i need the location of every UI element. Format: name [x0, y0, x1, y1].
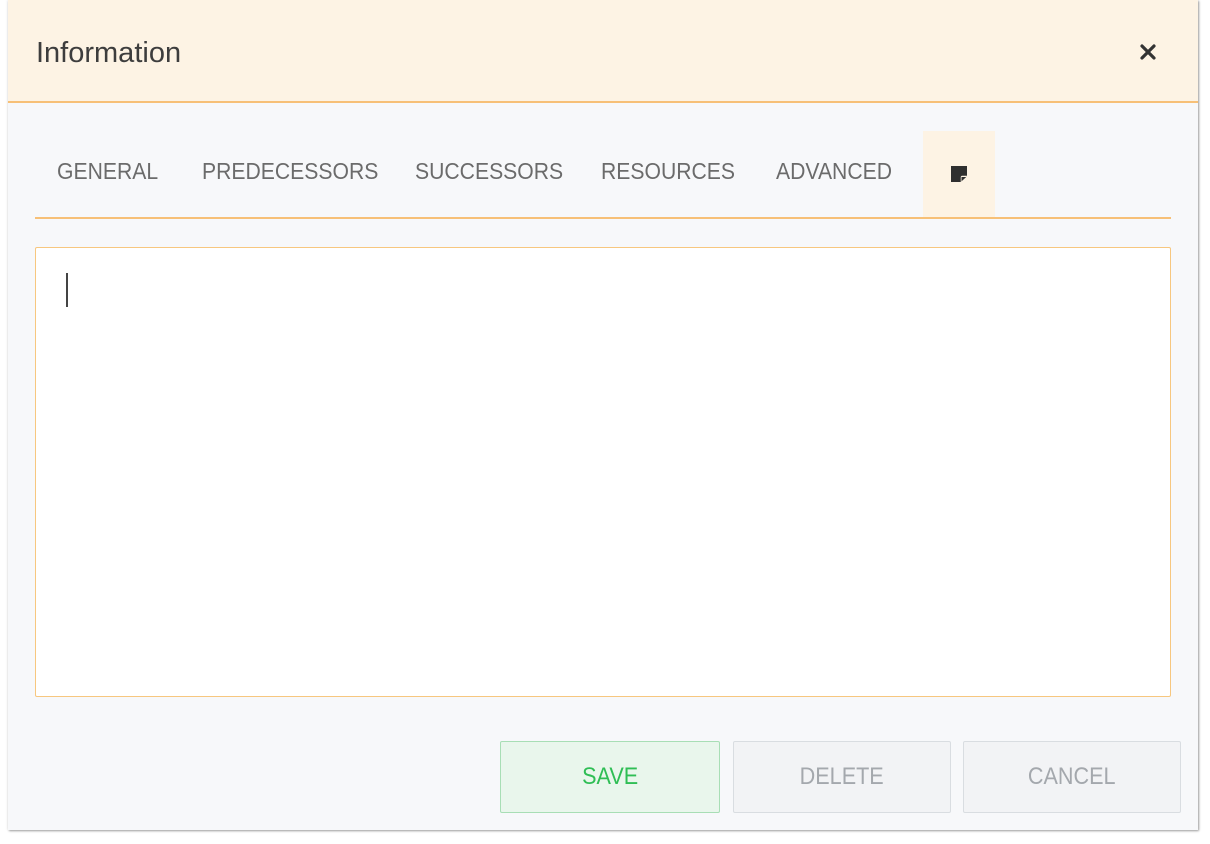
- tab-advanced[interactable]: ADVANCED: [776, 129, 892, 217]
- note-icon: [951, 166, 967, 182]
- dialog-header: Information: [8, 0, 1198, 103]
- information-dialog: Information GENERAL PREDECESSORS SUCCESS…: [8, 0, 1198, 830]
- close-button[interactable]: [1132, 36, 1164, 68]
- tab-bar: GENERAL PREDECESSORS SUCCESSORS RESOURCE…: [35, 129, 1171, 219]
- text-caret: [66, 273, 68, 307]
- tab-notes[interactable]: [923, 131, 995, 217]
- delete-button[interactable]: DELETE: [733, 741, 951, 813]
- delete-button-label: DELETE: [799, 763, 885, 790]
- tab-successors[interactable]: SUCCESSORS: [415, 129, 563, 217]
- close-icon: [1140, 44, 1156, 60]
- save-button[interactable]: SAVE: [500, 741, 720, 813]
- dialog-title: Information: [36, 37, 182, 69]
- notes-textarea[interactable]: [35, 247, 1171, 697]
- save-button-label: SAVE: [581, 763, 639, 790]
- tab-predecessors[interactable]: PREDECESSORS: [202, 129, 378, 217]
- tab-resources[interactable]: RESOURCES: [601, 129, 735, 217]
- cancel-button[interactable]: CANCEL: [963, 741, 1181, 813]
- cancel-button-label: CANCEL: [1028, 763, 1116, 790]
- tab-general[interactable]: GENERAL: [57, 129, 158, 217]
